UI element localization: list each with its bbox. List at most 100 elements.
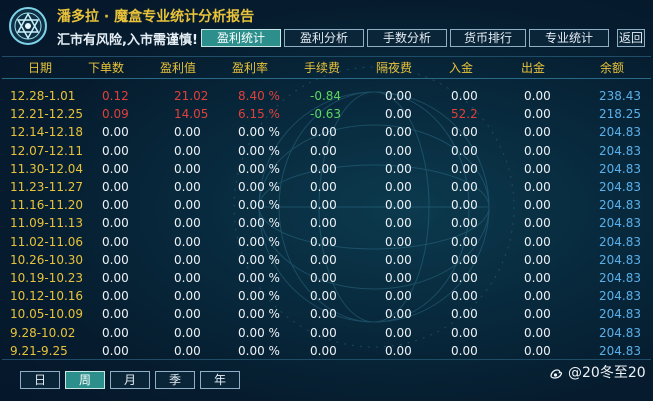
cell-withdraw: 0.00 — [524, 143, 551, 158]
credit-text: @20冬至20 — [568, 365, 646, 381]
cell-deposit: 0.00 — [451, 252, 478, 267]
cell-rate: 6.15 % — [238, 107, 280, 122]
cell-deposit: 0.00 — [451, 143, 478, 158]
cell-commission: 0.00 — [310, 325, 337, 340]
tab-profit-analysis[interactable]: 盈利分析 — [284, 29, 364, 47]
cell-rate: 0.00 % — [238, 198, 280, 213]
table-row: 11.30-12.04 0.00 0.00 0.00 % 0.00 0.00 0.00 0.0… — [2, 160, 651, 178]
cell-commission: 0.00 — [310, 271, 337, 285]
cell-balance: 204.83 — [599, 252, 641, 267]
cell-rate: 0.00 % — [238, 143, 280, 158]
cell-orders: 0.00 — [102, 252, 129, 267]
cell-rate: 0.00 % — [238, 289, 280, 304]
cell-balance: 204.83 — [599, 198, 641, 213]
cell-orders: 0.00 — [102, 234, 129, 249]
table-row: 9.21-9.25 0.00 0.00 0.00 % 0.00 0.00 0.00 0.00 2… — [2, 342, 651, 360]
weibo-icon — [550, 369, 563, 379]
cell-commission: 0.00 — [310, 252, 337, 267]
cell-date: 10.26-10.30 — [10, 252, 84, 267]
cell-withdraw: 0.00 — [524, 216, 551, 231]
cell-rate: 0.00 % — [238, 252, 280, 267]
cell-commission: 0.00 — [310, 234, 337, 249]
cell-orders: 0.00 — [102, 180, 129, 194]
risk-warning: 汇市有风险,入市需谨慎! — [57, 33, 198, 48]
cell-rate: 0.00 % — [238, 161, 280, 176]
cell-profit: 0.00 — [174, 234, 201, 249]
table-row: 12.07-12.11 0.00 0.00 0.00 % 0.00 0.00 0.00 0.0… — [2, 142, 651, 160]
cell-commission: 0.00 — [310, 216, 337, 231]
cell-date: 10.19-10.23 — [10, 271, 84, 285]
header-divider — [2, 78, 651, 79]
cell-commission: 0.00 — [310, 343, 337, 358]
page-title: 潘多拉 · 魔盒专业统计分析报告 — [57, 9, 255, 25]
cell-balance: 218.25 — [599, 107, 641, 122]
cell-profit: 0.00 — [174, 161, 201, 176]
cell-swap: 0.00 — [385, 89, 412, 103]
cell-withdraw: 0.00 — [524, 180, 551, 194]
tab-pro-stats[interactable]: 专业统计 — [529, 29, 609, 47]
tab-lots-analysis[interactable]: 手数分析 — [367, 29, 447, 47]
cell-profit: 21.02 — [174, 89, 209, 103]
period-year-button[interactable]: 年 — [200, 371, 240, 389]
stats-table: 日期 下单数 盈利值 盈利率 手续费 隔夜费 入金 出金 余额 12.28-1.… — [2, 56, 651, 360]
cell-orders: 0.00 — [102, 343, 129, 358]
cell-swap: 0.00 — [385, 216, 412, 231]
cell-profit: 0.00 — [174, 216, 201, 231]
tab-currency-ranking[interactable]: 货币排行 — [450, 29, 526, 47]
period-day-button[interactable]: 日 — [20, 371, 60, 389]
cell-rate: 0.00 % — [238, 271, 280, 285]
cell-rate: 0.00 % — [238, 216, 280, 231]
col-balance: 余额 — [600, 61, 625, 75]
table-row: 9.28-10.02 0.00 0.00 0.00 % 0.00 0.00 0.00 0.00… — [2, 324, 651, 342]
cell-date: 11.30-12.04 — [10, 161, 84, 176]
cell-profit: 0.00 — [174, 180, 201, 194]
cell-withdraw: 0.00 — [524, 234, 551, 249]
watermark-credit: @20冬至20 — [548, 362, 646, 382]
cell-deposit: 52.2 — [451, 107, 478, 122]
cell-date: 12.07-12.11 — [10, 143, 84, 158]
col-deposit: 入金 — [449, 61, 474, 75]
cell-balance: 204.83 — [599, 289, 641, 304]
header: 潘多拉 · 魔盒专业统计分析报告 汇市有风险,入市需谨慎! 盈利统计 盈利分析 … — [0, 0, 653, 54]
cell-swap: 0.00 — [385, 198, 412, 213]
tab-profit-stats[interactable]: 盈利统计 — [201, 29, 281, 47]
cell-orders: 0.00 — [102, 198, 129, 213]
cell-withdraw: 0.00 — [524, 198, 551, 213]
cell-rate: 8.40 % — [238, 89, 280, 103]
table-row: 10.19-10.23 0.00 0.00 0.00 % 0.00 0.00 0.00 0.0… — [2, 269, 651, 287]
period-month-button[interactable]: 月 — [110, 371, 150, 389]
logo-icon — [9, 7, 47, 45]
cell-profit: 14.05 — [174, 107, 209, 122]
table-row: 11.23-11.27 0.00 0.00 0.00 % 0.00 0.00 0.00 0.0… — [2, 178, 651, 196]
table-row: 10.05-10.09 0.00 0.00 0.00 % 0.00 0.00 0.00 0.0… — [2, 305, 651, 323]
cell-orders: 0.09 — [102, 107, 129, 122]
cell-rate: 0.00 % — [238, 343, 280, 358]
cell-commission: 0.00 — [310, 180, 337, 194]
cell-swap: 0.00 — [385, 289, 412, 304]
cell-date: 10.05-10.09 — [10, 307, 84, 322]
cell-deposit: 0.00 — [451, 216, 478, 231]
back-button[interactable]: 返回 — [617, 29, 645, 47]
period-quarter-button[interactable]: 季 — [155, 371, 195, 389]
cell-balance: 204.83 — [599, 307, 641, 322]
period-week-button[interactable]: 周 — [65, 371, 105, 389]
cell-profit: 0.00 — [174, 289, 201, 304]
cell-profit: 0.00 — [174, 143, 201, 158]
cell-rate: 0.00 % — [238, 234, 280, 249]
col-swap: 隔夜费 — [376, 61, 413, 75]
cell-orders: 0.00 — [102, 271, 129, 285]
cell-deposit: 0.00 — [451, 125, 478, 140]
col-withdraw: 出金 — [521, 61, 546, 75]
cell-profit: 0.00 — [174, 252, 201, 267]
cell-rate: 0.00 % — [238, 307, 280, 322]
cell-date: 12.14-12.18 — [10, 125, 84, 140]
col-orders: 下单数 — [88, 61, 125, 75]
cell-profit: 0.00 — [174, 271, 201, 285]
cell-swap: 0.00 — [385, 271, 412, 285]
cell-orders: 0.12 — [102, 89, 129, 103]
cell-swap: 0.00 — [385, 252, 412, 267]
cell-commission: -0.84 — [310, 89, 342, 103]
col-date: 日期 — [28, 61, 53, 75]
cell-withdraw: 0.00 — [524, 107, 551, 122]
cell-swap: 0.00 — [385, 143, 412, 158]
